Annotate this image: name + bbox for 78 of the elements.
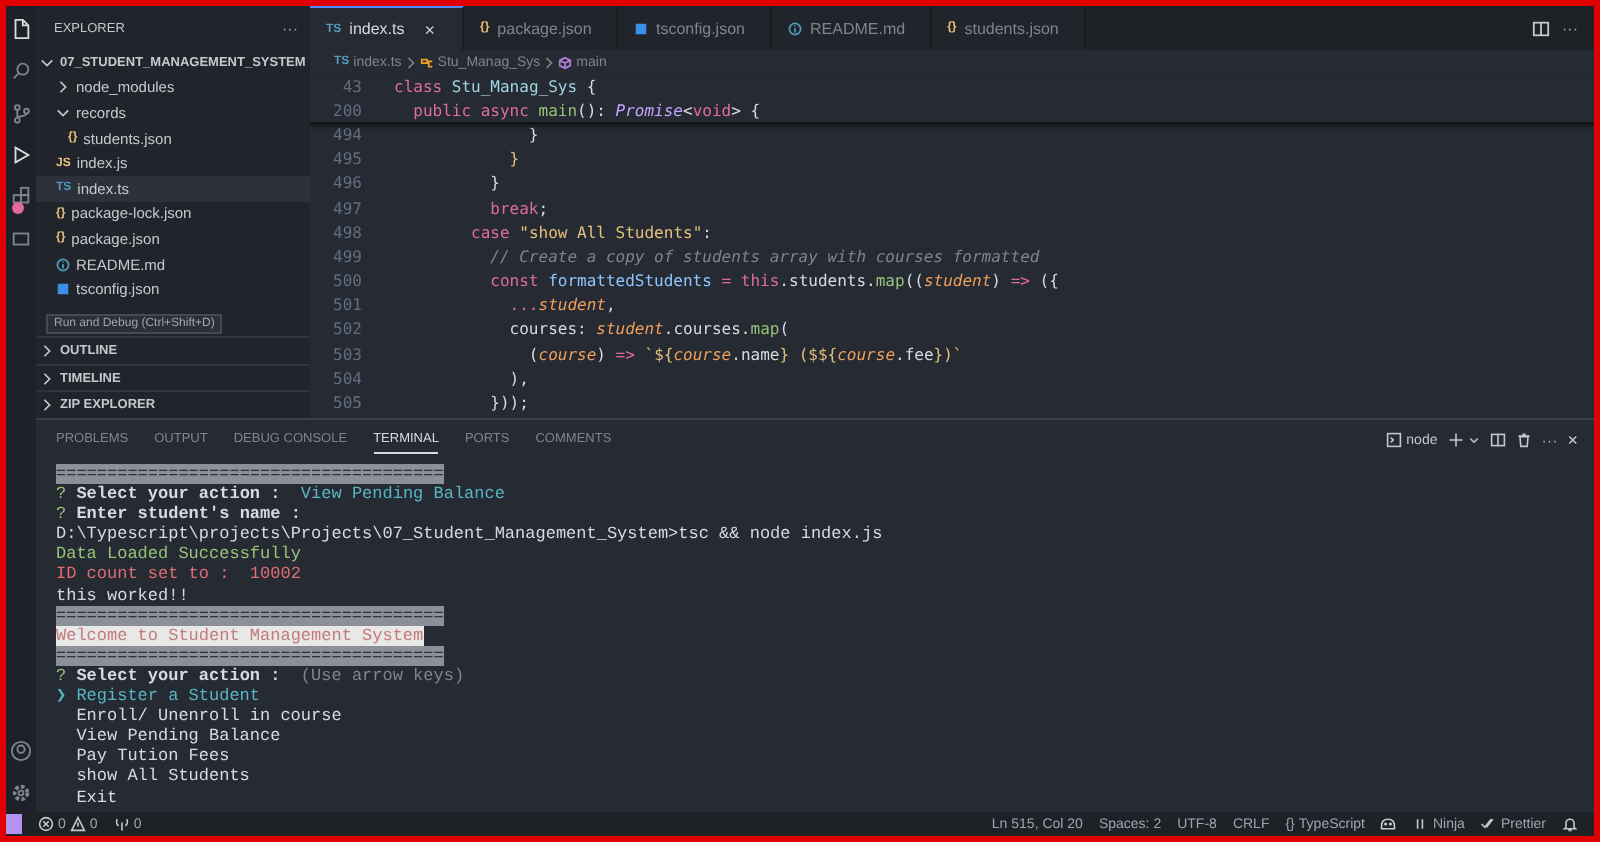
code-line: // Create a copy of students array with courses formatted — [488, 247, 1040, 266]
cube-icon — [558, 55, 573, 69]
copilot-icon[interactable] — [1380, 816, 1397, 832]
caret-icon[interactable] — [1467, 432, 1480, 448]
line-number: 494 — [331, 125, 362, 144]
plus-icon[interactable] — [1447, 432, 1464, 448]
extensions-icon[interactable] — [10, 186, 32, 208]
line-number: 504 — [331, 369, 362, 388]
terminal-line: ? Select your action : View Pending Balance — [56, 484, 505, 505]
menu-option[interactable]: Enroll/ Unenroll in course — [56, 706, 342, 727]
remote-icon[interactable] — [10, 228, 32, 250]
account-icon[interactable] — [10, 740, 32, 762]
code-line: } — [526, 125, 539, 144]
line-number: 499 — [331, 247, 362, 266]
more-actions-button[interactable]: ··· — [282, 19, 298, 37]
chevron-icon — [544, 55, 555, 69]
settings-icon[interactable] — [10, 782, 32, 804]
branch-icon[interactable] — [10, 102, 32, 124]
code-line: const formattedStudents = this.students.map((student) => ({ — [488, 272, 1059, 291]
line-number: 200 — [331, 101, 362, 120]
remote-indicator-icon[interactable] — [6, 812, 22, 836]
error-icon — [38, 816, 54, 832]
line-number: 496 — [331, 174, 362, 193]
terminal-icon — [1386, 432, 1403, 448]
code-line: ...student, — [507, 296, 616, 315]
run-debug-icon[interactable] — [10, 144, 32, 166]
line-number: 500 — [331, 272, 362, 291]
code-line: class Stu_Manag_Sys { — [394, 77, 597, 96]
terminal-line: ? Select your action : (Use arrow keys) — [56, 665, 465, 687]
trash-icon[interactable] — [1515, 432, 1532, 448]
code-line: case "show All Students": — [469, 223, 712, 242]
code-line: break; — [488, 199, 549, 218]
search-icon[interactable] — [10, 60, 32, 82]
files-icon[interactable] — [10, 18, 32, 40]
code-line: } — [488, 174, 500, 193]
terminal-line: Data Loaded Successfully — [56, 544, 301, 565]
code-line: } — [507, 150, 520, 169]
more-actions-button[interactable]: ··· — [1562, 19, 1578, 37]
config-file-icon — [634, 21, 648, 35]
info-icon — [788, 21, 802, 35]
code-line: })); — [488, 394, 529, 413]
info-icon — [56, 257, 70, 272]
terminal-line: D:\Typescript\projects\Projects\07_Student_Management_System>tsc && node index.js — [56, 524, 883, 545]
config-file-icon — [56, 282, 70, 297]
editor-tab[interactable]: tsconfig.json — [618, 6, 772, 50]
code-line: public async main(): Promise<void> { — [411, 101, 761, 120]
line-number: 501 — [331, 296, 362, 315]
pause-icon — [1412, 816, 1429, 832]
code-line: courses: student.courses.map( — [507, 320, 790, 339]
split-editor-icon[interactable] — [1532, 19, 1550, 37]
terminal-line: ? Enter student's name : — [56, 504, 301, 525]
double-check-icon — [1480, 816, 1497, 832]
terminal-line: ID count set to : 10002 — [56, 564, 301, 586]
split-terminal-icon[interactable] — [1489, 432, 1506, 448]
line-number: 497 — [331, 199, 362, 218]
close-button[interactable]: × — [424, 19, 436, 39]
menu-option[interactable]: Exit — [56, 787, 118, 808]
editor-tab[interactable]: README.md — [772, 6, 932, 50]
line-number: 495 — [331, 150, 362, 169]
menu-option[interactable]: ❯ Register a Student — [56, 686, 261, 707]
line-number: 43 — [340, 77, 362, 96]
code-line: ), — [507, 369, 529, 388]
bell-icon[interactable] — [1562, 816, 1578, 832]
line-number: 505 — [331, 394, 362, 413]
terminal-line: this worked!! — [56, 585, 189, 606]
menu-option[interactable]: View Pending Balance — [56, 726, 281, 747]
menu-option[interactable]: show All Students — [56, 766, 250, 787]
close-button[interactable]: × — [1567, 430, 1578, 450]
class-icon — [419, 55, 434, 69]
line-number: 502 — [331, 320, 362, 339]
menu-option[interactable]: Pay Tution Fees — [56, 746, 230, 767]
line-number: 503 — [331, 345, 362, 364]
line-number: 498 — [331, 223, 362, 242]
chevron-icon — [405, 55, 416, 69]
code-line: (course) => `${course.name} ($${course.fee})` — [526, 345, 963, 364]
antenna-icon — [113, 816, 130, 832]
warning-icon — [69, 816, 86, 832]
more-actions-button[interactable]: ··· — [1541, 431, 1558, 449]
